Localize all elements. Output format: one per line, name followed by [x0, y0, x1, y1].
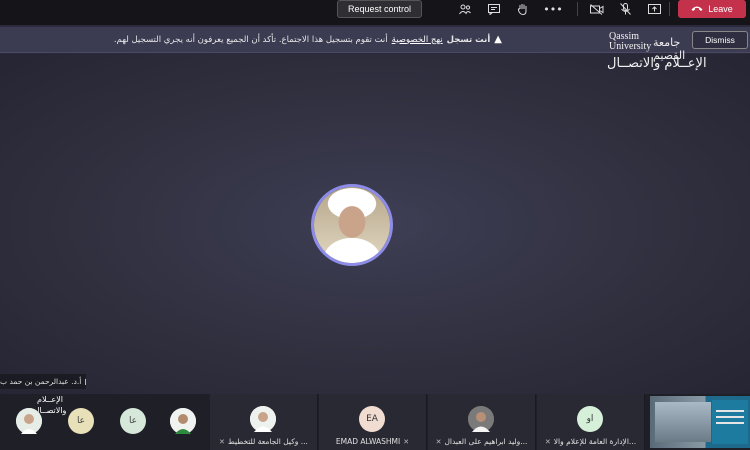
speaker-name: أ.د. عبدالرحمن بن حمد ب	[0, 377, 82, 386]
banner-recording-title: أنت تسجل	[446, 34, 491, 45]
participants-icon[interactable]	[457, 2, 473, 16]
mic-off-icon: ✕	[544, 437, 551, 446]
mic-off-icon: ✕	[435, 437, 442, 446]
logo-department-text: الإعــلام والاتصــال	[607, 56, 707, 71]
pin-icon: ■	[84, 377, 86, 386]
avatar-initials: EA	[366, 414, 378, 424]
participant-name-row: EMAD ALWASHMI ✕	[319, 437, 426, 446]
privacy-policy-link[interactable]: نهج الخصوصية	[392, 35, 443, 45]
participant-name: وليد ابراهيم على العبدال...	[444, 437, 528, 446]
chat-icon[interactable]	[486, 2, 502, 16]
avatar-initials: عا	[76, 416, 86, 426]
university-logo: Qassim University جامعة القصيم الإعــلام…	[605, 22, 715, 72]
participant-photo	[468, 406, 494, 432]
warning-icon: ▲	[494, 34, 502, 45]
avatar-initials: او	[586, 414, 594, 424]
thumbnail-slide	[712, 400, 748, 444]
active-speaker-avatar[interactable]	[311, 184, 393, 266]
participant-tile[interactable]: او ✕ الإدارة العامة للإعلام والا...	[537, 394, 645, 450]
raise-hand-icon[interactable]	[514, 2, 530, 16]
mic-off-icon: ✕	[219, 437, 225, 446]
shared-content-thumbnail[interactable]	[650, 396, 750, 448]
leave-button[interactable]: Leave	[678, 0, 746, 18]
participant-avatar-initials: او	[577, 406, 603, 432]
speaker-name-tag: ■ أ.د. عبدالرحمن بن حمد ب	[0, 374, 86, 389]
participant-avatar-photo[interactable]	[16, 408, 42, 434]
participant-avatar-initials[interactable]: عا	[68, 408, 94, 434]
phone-hangup-icon	[691, 4, 703, 14]
participant-avatar-initials[interactable]: عا	[120, 408, 146, 434]
participant-name: EMAD ALWASHMI	[335, 437, 401, 446]
participant-name-row: ✕ الإدارة العامة للإعلام والا...	[537, 437, 644, 446]
avatar-initials: عا	[128, 416, 138, 426]
participant-tile[interactable]: ✕ وليد ابراهيم على العبدال...	[428, 394, 536, 450]
banner-message: أنت تقوم بتسجيل هذا الاجتماع. تأكد أن ال…	[113, 34, 388, 45]
banner-text-row: ▲ أنت تسجل نهج الخصوصية أنت تقوم بتسجيل …	[114, 34, 502, 45]
participant-avatar-initials: EA	[359, 406, 385, 432]
participant-tile[interactable]: ✕ وكيل الجامعة للتخطيط ...	[210, 394, 318, 450]
request-control-button[interactable]: Request control	[337, 0, 422, 18]
thumbnail-photo	[655, 402, 711, 442]
mic-off-icon: ✕	[403, 437, 410, 446]
camera-off-icon[interactable]	[589, 2, 605, 16]
toolbar-divider	[669, 2, 670, 16]
mic-off-icon[interactable]	[617, 2, 633, 16]
share-screen-icon[interactable]	[646, 2, 662, 16]
participant-name: وكيل الجامعة للتخطيط ...	[227, 437, 308, 446]
participant-photo	[250, 406, 276, 432]
participant-name-row: ✕ وليد ابراهيم على العبدال...	[428, 437, 535, 446]
toolbar-divider	[577, 2, 578, 16]
participant-avatar-photo[interactable]	[170, 408, 196, 434]
more-icon[interactable]: •••	[543, 2, 563, 16]
participant-tile[interactable]: EA EMAD ALWASHMI ✕	[319, 394, 427, 450]
leave-label: Leave	[708, 4, 733, 14]
participant-name: الإدارة العامة للإعلام والا...	[553, 437, 637, 446]
logo-english-text: Qassim University	[609, 31, 652, 52]
speaker-photo	[314, 187, 390, 263]
participant-name-row: ✕ وكيل الجامعة للتخطيط ...	[210, 437, 317, 446]
